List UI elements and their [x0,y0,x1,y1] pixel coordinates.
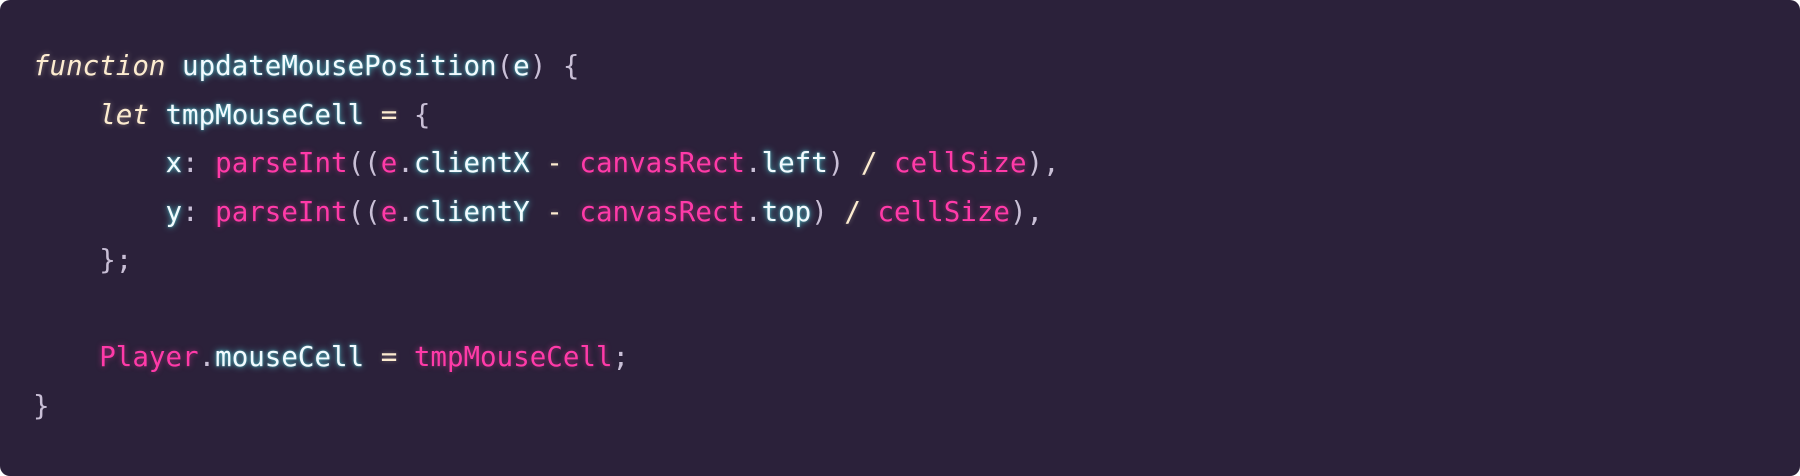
code-token: ) [811,195,845,228]
code-token: : [182,195,216,228]
code-token: clientY [413,195,530,228]
code-token: cellSize [877,195,1010,228]
code-token: left [761,147,828,179]
code-token: tmpMouseCell [413,341,613,373]
code-token: e [513,50,530,82]
code-token: x [165,147,183,179]
code-token: ), [1026,147,1060,179]
code-token: } [33,389,50,422]
code-line: }; [33,236,1800,285]
code-token: ( [496,50,514,82]
code-token: canvasRect [579,147,745,179]
code-token: e [380,195,398,228]
code-line: x: parseInt((e.clientX - canvasRect.left… [33,139,1800,188]
code-token: parseInt [215,195,348,228]
code-token: - [529,147,580,179]
code-token: e [380,147,398,179]
code-lines: function updateMousePosition(e) { let tm… [33,42,1800,430]
code-line: Player.mouseCell = tmpMouseCell; [33,333,1800,382]
code-token: y [165,195,183,228]
code-token: ) [827,147,861,179]
code-token: ), [1009,195,1044,228]
code-token: let [99,98,149,131]
code-token: mouseCell [215,341,365,373]
code-line: function updateMousePosition(e) { [33,42,1800,91]
code-token: tmpMouseCell [165,98,365,131]
code-token: { [413,98,431,131]
code-block: function updateMousePosition(e) { let tm… [0,0,1800,476]
code-token: }; [99,244,133,276]
code-token: canvasRect [579,195,745,228]
code-line: y: parseInt((e.clientY - canvasRect.top)… [33,188,1800,237]
code-token: function [33,50,166,82]
code-token: = [364,98,414,131]
code-token: / [844,195,861,228]
code-token: - [529,195,580,228]
code-token: . [198,341,216,373]
code-token: . [397,147,414,179]
code-token: Player [99,341,199,373]
code-token: (( [347,195,381,228]
code-token: . [397,195,414,228]
code-token: ) { [529,50,580,82]
code-token: . [745,195,762,228]
code-line: } [33,382,1800,431]
code-token: top [761,195,812,228]
code-token: : [182,147,216,179]
code-token: updateMousePosition [182,50,497,82]
code-token: clientX [413,147,530,179]
code-token: cellSize [894,147,1027,179]
code-token: = [364,341,414,373]
code-token: (( [347,147,381,179]
code-line: let tmpMouseCell = { [33,91,1800,140]
code-token: ; [612,341,630,373]
code-token: . [745,147,762,179]
code-token: / [860,147,878,179]
code-token: parseInt [215,147,348,179]
